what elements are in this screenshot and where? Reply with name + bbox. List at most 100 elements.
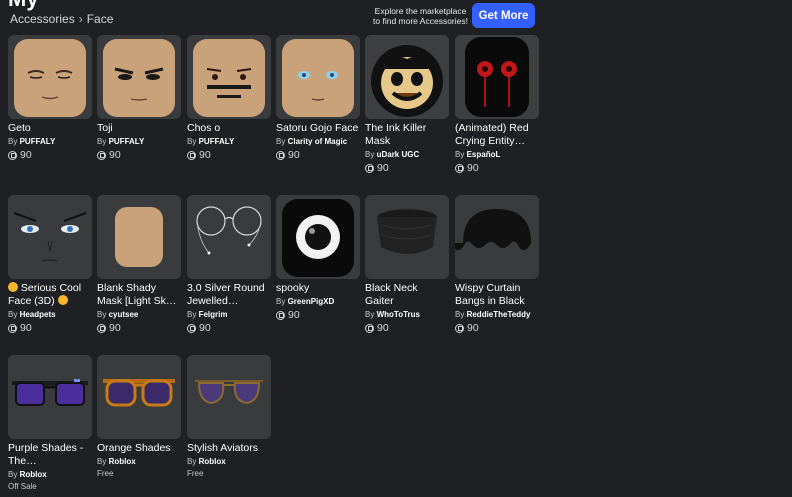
robux-icon (276, 310, 285, 320)
item-creator: By Felgrim (187, 310, 228, 319)
item-card[interactable]: Wispy Curtain Bangs in Black By ReddieTh… (455, 195, 539, 334)
chevron-right-icon: › (78, 12, 83, 26)
item-thumbnail[interactable] (8, 195, 92, 279)
item-thumbnail[interactable] (455, 195, 539, 279)
item-card[interactable]: Toji By PUFFALY 90 (97, 35, 181, 161)
item-name[interactable]: spooky (276, 282, 360, 295)
item-card[interactable]: Blank Shady Mask [Light Sk… By cyutsee 9… (97, 195, 181, 334)
item-creator: By GreenPigXD (276, 297, 335, 306)
purple-sunglasses-icon (8, 355, 92, 439)
item-price: 90 (365, 162, 449, 174)
promo-line-2: to find more Accessories! (373, 16, 468, 26)
item-thumbnail[interactable] (97, 355, 181, 439)
item-thumbnail[interactable] (455, 35, 539, 119)
item-name[interactable]: Orange Shades (97, 442, 181, 455)
item-creator: By PUFFALY (187, 137, 235, 146)
item-name[interactable]: Satoru Gojo Face (276, 122, 360, 135)
robux-icon (8, 323, 17, 333)
item-thumbnail[interactable] (8, 35, 92, 119)
eye-icon (276, 195, 360, 279)
item-price: 90 (97, 149, 181, 161)
item-price: 90 (187, 322, 271, 334)
item-card[interactable]: The Ink Killer Mask By uDark UGC 90 (365, 35, 449, 174)
item-thumbnail[interactable] (276, 35, 360, 119)
emoji-icon (57, 295, 68, 305)
item-card[interactable]: Chos o By PUFFALY 90 (187, 35, 271, 161)
item-creator: By uDark UGC (365, 150, 420, 159)
item-creator: By Clarity of Magic (276, 137, 348, 146)
item-name[interactable]: Serious Cool Face (3D) (8, 282, 92, 308)
item-price: Off Sale (8, 482, 37, 491)
robux-icon (187, 323, 196, 333)
item-price: 90 (187, 149, 271, 161)
blank-mask-icon (97, 195, 181, 279)
hair-bangs-icon (455, 195, 539, 279)
item-card[interactable]: Orange Shades By Roblox Free (97, 355, 181, 479)
item-name[interactable]: Wispy Curtain Bangs in Black (455, 282, 539, 308)
item-thumbnail[interactable] (276, 195, 360, 279)
face-head-icon (282, 39, 354, 117)
robux-icon (455, 163, 464, 173)
item-thumbnail[interactable] (365, 195, 449, 279)
item-thumbnail[interactable] (97, 195, 181, 279)
item-thumbnail[interactable] (97, 35, 181, 119)
marketplace-promo: Explore the marketplace to find more Acc… (373, 6, 468, 26)
item-thumbnail[interactable] (187, 195, 271, 279)
item-creator: By PUFFALY (97, 137, 145, 146)
item-creator: By Roblox (187, 457, 226, 466)
item-creator: By Headpets (8, 310, 56, 319)
serious-face-icon (8, 195, 92, 279)
item-price: 90 (455, 322, 539, 334)
item-name[interactable]: Geto (8, 122, 92, 135)
item-price: 90 (97, 322, 181, 334)
item-creator: By PUFFALY (8, 137, 56, 146)
item-name[interactable]: Purple Shades - The… (8, 442, 92, 468)
item-card[interactable]: Purple Shades - The… By Roblox Off Sale (8, 355, 92, 492)
item-card[interactable]: Serious Cool Face (3D) By Headpets 90 (8, 195, 92, 334)
item-thumbnail[interactable] (365, 35, 449, 119)
item-price: Free (97, 469, 114, 478)
robux-icon (97, 150, 106, 160)
robux-icon (187, 150, 196, 160)
item-creator: By EspañoL (455, 150, 501, 159)
breadcrumb: Accessories › Face (10, 12, 113, 26)
item-price: 90 (8, 149, 92, 161)
item-card[interactable]: (Animated) Red Crying Entity… By EspañoL… (455, 35, 539, 174)
item-name[interactable]: Chos o (187, 122, 271, 135)
item-name[interactable]: Stylish Aviators (187, 442, 271, 455)
item-name[interactable]: (Animated) Red Crying Entity… (455, 122, 539, 148)
item-grid: Geto By PUFFALY 90 Toji By PUFFALY 90 Ch… (8, 35, 548, 495)
item-thumbnail[interactable] (187, 355, 271, 439)
orange-sunglasses-icon (97, 355, 181, 439)
robux-icon (8, 150, 17, 160)
item-name[interactable]: Blank Shady Mask [Light Sk… (97, 282, 181, 308)
item-price: Free (187, 469, 204, 478)
aviator-sunglasses-icon (187, 355, 271, 439)
item-creator: By Roblox (97, 457, 136, 466)
item-creator: By WhoToTrus (365, 310, 420, 319)
emoji-icon (8, 282, 18, 292)
robux-icon (97, 323, 106, 333)
robux-icon (276, 150, 285, 160)
breadcrumb-parent[interactable]: Accessories (10, 12, 75, 26)
item-name[interactable]: Black Neck Gaiter (365, 282, 449, 308)
item-card[interactable]: Satoru Gojo Face By Clarity of Magic 90 (276, 35, 360, 161)
round-glasses-icon (187, 195, 271, 279)
item-card[interactable]: 3.0 Silver Round Jewelled… By Felgrim 90 (187, 195, 271, 334)
item-thumbnail[interactable] (8, 355, 92, 439)
item-name[interactable]: 3.0 Silver Round Jewelled… (187, 282, 271, 308)
ink-mask-icon (365, 35, 449, 119)
item-thumbnail[interactable] (187, 35, 271, 119)
face-head-icon (103, 39, 175, 117)
item-card[interactable]: Black Neck Gaiter By WhoToTrus 90 (365, 195, 449, 334)
robux-icon (455, 323, 464, 333)
get-more-button[interactable]: Get More (472, 3, 535, 28)
robux-icon (365, 323, 374, 333)
item-price: 90 (276, 309, 360, 321)
item-name[interactable]: The Ink Killer Mask (365, 122, 449, 148)
item-card[interactable]: Geto By PUFFALY 90 (8, 35, 92, 161)
item-card[interactable]: Stylish Aviators By Roblox Free (187, 355, 271, 479)
item-name[interactable]: Toji (97, 122, 181, 135)
item-card[interactable]: spooky By GreenPigXD 90 (276, 195, 360, 321)
item-creator: By cyutsee (97, 310, 139, 319)
